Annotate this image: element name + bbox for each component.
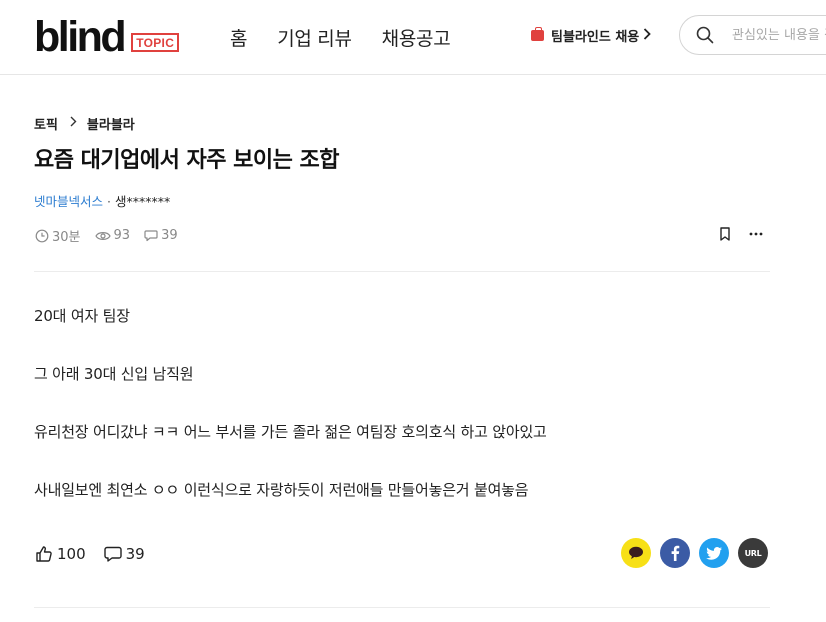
share-facebook-button[interactable] xyxy=(660,538,690,568)
breadcrumb-board[interactable]: 블라블라 xyxy=(87,114,135,133)
like-button[interactable]: 100 xyxy=(35,545,86,563)
divider xyxy=(34,271,770,272)
post-author: 넷마블넥서스 · 생******* xyxy=(34,193,170,211)
chevron-right-icon xyxy=(70,116,77,131)
post-body-line: 그 아래 30대 신입 남직원 xyxy=(34,365,194,383)
comment-icon xyxy=(144,230,158,242)
share-twitter-button[interactable] xyxy=(699,538,729,568)
copy-url-button[interactable]: URL xyxy=(738,538,768,568)
main-nav: 홈 기업 리뷰 채용공고 xyxy=(230,27,480,51)
like-count: 100 xyxy=(57,545,86,563)
author-separator: · xyxy=(107,194,111,209)
nav-job-postings[interactable]: 채용공고 xyxy=(382,27,451,51)
logo-wordmark: blind xyxy=(34,13,127,61)
thumbs-up-icon xyxy=(36,546,52,562)
author-nickname: 생******* xyxy=(115,194,171,209)
post-comments: 39 xyxy=(144,228,178,243)
comment-button[interactable]: 39 xyxy=(103,545,145,563)
twitter-icon xyxy=(706,546,722,560)
post-tools xyxy=(719,227,763,241)
eye-icon xyxy=(94,231,111,240)
post-comments-value: 39 xyxy=(161,228,178,243)
facebook-icon xyxy=(671,545,680,561)
comment-icon xyxy=(103,546,122,562)
search-input[interactable] xyxy=(732,27,826,43)
briefcase-icon xyxy=(531,27,544,41)
divider xyxy=(34,607,770,608)
post-body: 20대 여자 팀장 그 아래 30대 신입 남직원 유리천장 어디갔냐 ㅋㅋ 어… xyxy=(34,305,774,537)
nav-home[interactable]: 홈 xyxy=(230,27,247,51)
nav-company-reviews[interactable]: 기업 리뷰 xyxy=(277,27,352,51)
clock-icon xyxy=(35,229,49,242)
bookmark-button[interactable] xyxy=(719,227,731,241)
post-body-line: 유리천장 어디갔냐 ㅋㅋ 어느 부서를 가든 졸라 젊은 여팀장 호의호식 하고… xyxy=(34,423,547,441)
logo-topic-badge: TOPIC xyxy=(131,33,180,52)
post-title: 요즘 대기업에서 자주 보이는 조합 xyxy=(34,148,340,173)
hiring-label: 팀블라인드 채용 xyxy=(551,30,640,45)
post-views-value: 93 xyxy=(113,228,131,243)
post-body-line: 사내일보엔 최연소 ㅇㅇ 이런식으로 자랑하듯이 저런애들 만들어놓은거 붙여놓… xyxy=(34,481,529,499)
top-header: blind TOPIC 홈 기업 리뷰 채용공고 팀블라인드 채용 xyxy=(0,0,826,75)
kakao-talk-icon xyxy=(629,546,643,559)
post-reactions: 100 39 xyxy=(35,545,163,563)
post-views: 93 xyxy=(94,228,131,243)
chevron-right-icon xyxy=(643,27,652,44)
search-icon xyxy=(696,26,714,44)
blind-logo[interactable]: blind TOPIC xyxy=(34,13,180,61)
share-buttons: URL xyxy=(621,538,768,568)
teamblind-hiring-link[interactable]: 팀블라인드 채용 xyxy=(531,26,652,45)
breadcrumb: 토픽 블라블라 xyxy=(34,114,135,133)
share-kakao-button[interactable] xyxy=(621,538,651,568)
post-time-value: 30분 xyxy=(52,230,81,245)
more-options-button[interactable] xyxy=(749,232,763,236)
search-box[interactable] xyxy=(679,15,826,55)
post-body-line: 20대 여자 팀장 xyxy=(34,307,130,325)
more-icon xyxy=(749,232,763,236)
post-time: 30분 xyxy=(35,226,81,245)
bookmark-icon xyxy=(720,227,730,241)
comment-count: 39 xyxy=(125,545,145,563)
breadcrumb-topic[interactable]: 토픽 xyxy=(34,114,58,133)
post-meta: 30분 93 39 xyxy=(35,226,192,245)
author-company-link[interactable]: 넷마블넥서스 xyxy=(34,193,103,211)
